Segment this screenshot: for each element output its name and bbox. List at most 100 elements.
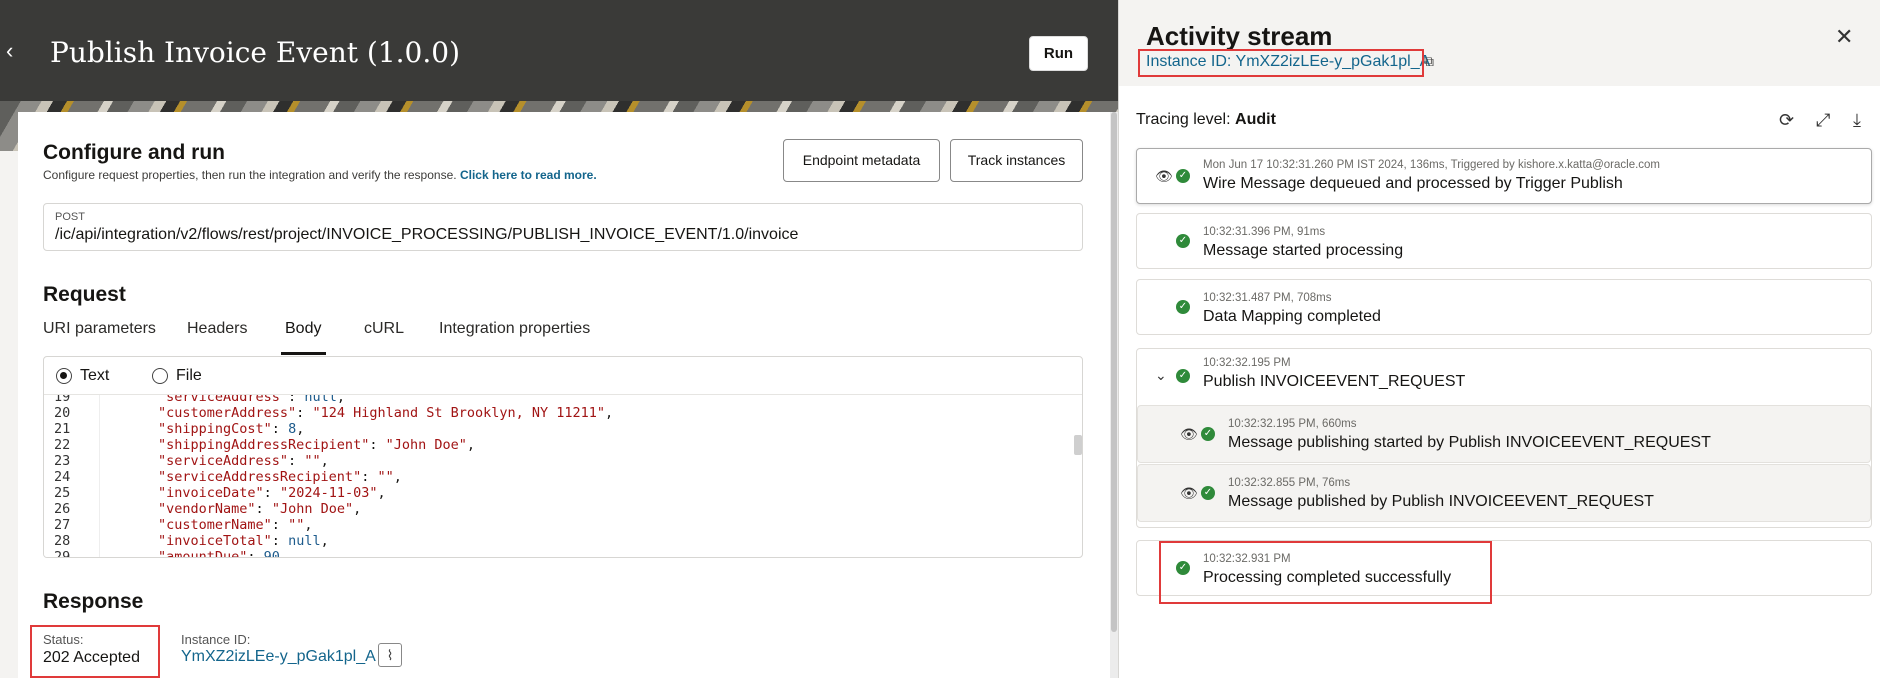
json-separator: : <box>247 549 264 558</box>
activity-title: Activity stream <box>1146 21 1333 51</box>
success-check-icon: ✓ <box>1201 486 1215 500</box>
json-separator: : <box>271 421 289 437</box>
code-line: 20 "customerAddress": "124 Highland St Br… <box>44 405 1064 421</box>
run-button[interactable]: Run <box>1029 36 1088 71</box>
json-value: null <box>304 394 337 405</box>
code-text: "customerAddress": "124 Highland St Broo… <box>158 405 613 421</box>
json-value: "John Doe" <box>271 501 354 517</box>
tracing-value: Audit <box>1235 111 1276 128</box>
json-separator: : <box>263 485 280 501</box>
activity-icon[interactable]: ⌇ <box>378 643 402 667</box>
code-text: "vendorName": "John Doe", <box>158 501 361 517</box>
json-key: "invoiceTotal" <box>158 533 272 549</box>
radio-text-label: Text <box>80 367 110 384</box>
line-number: 24 <box>54 469 71 485</box>
activity-item[interactable]: 👁 ✓ Mon Jun 17 10:32:31.260 PM IST 2024,… <box>1136 148 1872 204</box>
line-number: 23 <box>54 453 71 469</box>
code-scrollbar-thumb[interactable] <box>1074 435 1082 455</box>
track-instances-button[interactable]: Track instances <box>950 139 1083 182</box>
activity-meta: 10:32:32.931 PM <box>1203 553 1291 565</box>
copy-icon[interactable]: ⧉ <box>1424 53 1434 70</box>
tab-integration-properties[interactable]: Integration properties <box>439 320 590 338</box>
activity-stream-panel: Activity stream Instance ID: YmXZ2izLEe-… <box>1118 0 1880 678</box>
back-chevron-left-icon[interactable]: ‹ <box>6 40 28 62</box>
instance-id-label: Instance ID: <box>181 632 251 647</box>
page-header: ‹ Publish Invoice Event (1.0.0) Run <box>0 0 1118 101</box>
code-text: "shippingCost": 8, <box>158 421 304 437</box>
download-icon[interactable]: ⤓ <box>1853 110 1861 131</box>
activity-header: Activity stream Instance ID: YmXZ2izLEe-… <box>1119 0 1880 86</box>
eye-icon[interactable]: 👁 <box>1155 168 1173 185</box>
activity-meta: 10:32:32.195 PM, 660ms <box>1228 418 1357 430</box>
json-key: "vendorName" <box>158 501 256 517</box>
activity-subitem[interactable]: 👁 ✓ 10:32:32.195 PM, 660ms Message publi… <box>1137 405 1871 463</box>
json-value: 8 <box>288 421 297 437</box>
status-value: 202 Accepted <box>43 649 140 666</box>
line-number: 26 <box>54 501 71 517</box>
code-text: "serviceAddressRecipient": "", <box>158 469 402 485</box>
activity-item[interactable]: ✓ 10:32:32.931 PM Processing completed s… <box>1136 540 1872 596</box>
line-number: 29 <box>54 549 71 558</box>
activity-item[interactable]: ✓ 10:32:31.487 PM, 708ms Data Mapping co… <box>1136 279 1872 335</box>
response-title: Response <box>43 590 144 613</box>
tab-headers[interactable]: Headers <box>187 320 247 338</box>
code-text: "serviceAddress": "", <box>158 453 329 469</box>
page-scrollbar-thumb[interactable] <box>1111 112 1117 632</box>
activity-subitem[interactable]: 👁 ✓ 10:32:32.855 PM, 76ms Message publis… <box>1137 464 1871 522</box>
json-value: "" <box>288 517 305 533</box>
tracing-label: Tracing level: <box>1136 111 1231 128</box>
activity-text: Processing completed successfully <box>1203 569 1452 586</box>
tab-body[interactable]: Body <box>285 320 321 338</box>
radio-file[interactable]: File <box>152 367 202 385</box>
json-key: "shippingAddressRecipient" <box>158 437 370 453</box>
read-more-link[interactable]: Click here to read more. <box>460 168 597 182</box>
activity-meta: 10:32:31.487 PM, 708ms <box>1203 292 1332 304</box>
json-separator: : <box>296 405 313 421</box>
json-separator: : <box>271 517 289 533</box>
line-number: 22 <box>54 437 71 453</box>
success-check-icon: ✓ <box>1201 427 1215 441</box>
code-editor[interactable]: 19 "serviceAddress": null, 20 "customerAddr… <box>44 394 1082 558</box>
tab-uri-parameters[interactable]: URI parameters <box>43 320 156 338</box>
line-number: 21 <box>54 421 71 437</box>
tab-curl[interactable]: cURL <box>364 320 404 338</box>
page-title: Publish Invoice Event (1.0.0) <box>50 36 460 69</box>
code-text: "customerName": "", <box>158 517 312 533</box>
radio-file-label: File <box>176 367 202 384</box>
json-separator: : <box>288 394 305 405</box>
refresh-icon[interactable]: ⟳ <box>1779 110 1794 131</box>
json-key: "serviceAddressRecipient" <box>158 469 362 485</box>
integration-run-page: ‹ Publish Invoice Event (1.0.0) Run Conf… <box>0 0 1118 678</box>
endpoint-url: /ic/api/integration/v2/flows/rest/projec… <box>55 226 799 243</box>
json-value: 90 <box>263 549 280 558</box>
json-tail: , <box>336 394 345 405</box>
expand-icon[interactable]: ⤢ <box>1816 110 1830 131</box>
activity-text: Message started processing <box>1203 242 1404 259</box>
json-tail: , <box>320 533 329 549</box>
activity-instance-link[interactable]: Instance ID: YmXZ2izLEe-y_pGak1pl_A <box>1146 53 1430 71</box>
configure-title: Configure and run <box>43 141 225 164</box>
json-separator: : <box>369 437 386 453</box>
activity-meta: 10:32:31.396 PM, 91ms <box>1203 226 1326 238</box>
code-line: 19 "serviceAddress": null, <box>44 394 1064 405</box>
chevron-down-icon[interactable]: ⌄ <box>1155 367 1167 384</box>
json-key: "shippingCost" <box>158 421 272 437</box>
activity-text: Wire Message dequeued and processed by T… <box>1203 175 1623 192</box>
close-icon[interactable]: ✕ <box>1835 24 1853 50</box>
activity-item[interactable]: ✓ 10:32:31.396 PM, 91ms Message started … <box>1136 213 1872 269</box>
success-check-icon: ✓ <box>1176 561 1190 575</box>
line-number: 20 <box>54 405 71 421</box>
radio-text[interactable]: Text <box>56 367 109 385</box>
json-tail: , <box>353 501 362 517</box>
endpoint-metadata-button[interactable]: Endpoint metadata <box>783 139 940 182</box>
http-method: POST <box>55 211 85 223</box>
success-check-icon: ✓ <box>1176 369 1190 383</box>
code-text: "amountDue": 90, <box>158 549 288 558</box>
eye-icon[interactable]: 👁 <box>1180 485 1198 502</box>
activity-text: Data Mapping completed <box>1203 308 1381 325</box>
instance-id-link[interactable]: YmXZ2izLEe-y_pGak1pl_A <box>181 648 376 666</box>
eye-icon[interactable]: 👁 <box>1180 426 1198 443</box>
json-separator: : <box>255 501 272 517</box>
line-number: 25 <box>54 485 71 501</box>
endpoint-field: POST /ic/api/integration/v2/flows/rest/p… <box>43 203 1083 251</box>
